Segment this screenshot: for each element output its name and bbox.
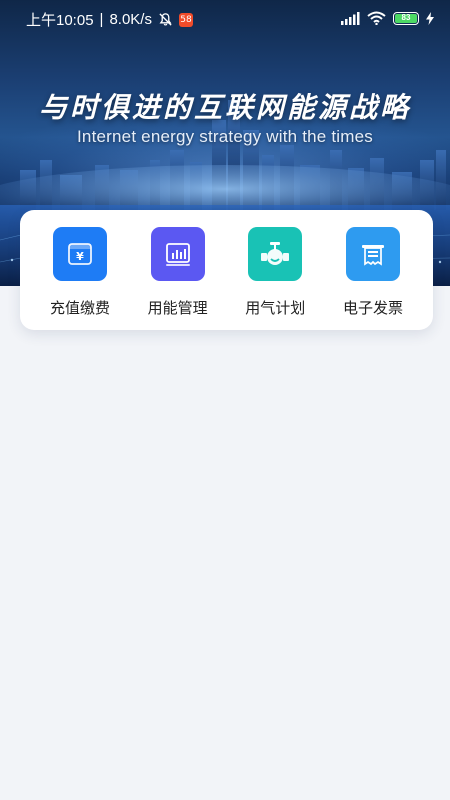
svg-text:¥: ¥ [76,250,84,263]
battery-icon: 83 [393,11,419,25]
menu-label: 用能管理 [147,299,208,317]
menu-label: 用气计划 [245,299,306,317]
network-speed: 8.0K/s [109,11,152,28]
menu-item-gas-plan[interactable]: 用气计划 [227,210,323,330]
status-left: 上午10:05 | 8.0K/s 58 [26,9,193,30]
battery-level: 83 [395,13,417,23]
menu-label: 充值缴费 [49,299,110,317]
status-time: 上午10:05 [26,12,94,29]
invoice-icon [345,227,400,281]
status-right: 83 [341,11,434,25]
charging-icon [426,11,434,25]
status-bar: 上午10:05 | 8.0K/s 58 83 [0,0,450,38]
menu-label: 电子发票 [342,299,403,317]
menu-item-recharge[interactable]: ¥ 充值缴费 [32,210,128,330]
payment-yen-icon: ¥ [53,227,107,281]
menu-item-e-invoice[interactable]: 电子发票 [325,210,421,330]
quick-menu-card: ¥ 充值缴费 用能管理 用气计划 电子发票 [20,210,433,330]
banner-subtitle: Internet energy strategy with the times [77,127,373,146]
wifi-icon [367,11,386,25]
banner-title: 与时俱进的互联网能源战略 [38,91,411,124]
notification-off-icon [159,13,172,26]
app-notification-icon: 58 [178,12,193,27]
menu-item-energy-management[interactable]: 用能管理 [130,210,226,330]
gas-valve-icon [248,227,303,281]
energy-chart-icon [150,227,205,281]
signal-icon [341,11,360,25]
status-separator: | [99,11,104,28]
